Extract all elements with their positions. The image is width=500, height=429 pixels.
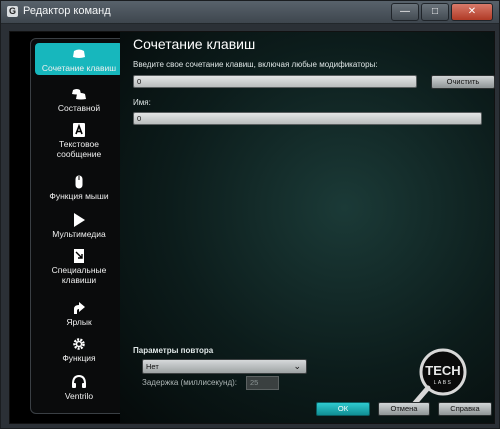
repeat-options-label: Параметры повтора <box>133 346 214 355</box>
logo-text-top: TECH <box>425 363 460 378</box>
command-type-sidebar: Сочетание клавиш Составной Текстовое соо… <box>30 38 128 414</box>
sidebar-item-multikey[interactable]: Составной <box>35 87 123 113</box>
sidebar-item-multimedia[interactable]: Мультимедиа <box>35 213 123 239</box>
app-icon: G <box>7 6 18 17</box>
sidebar-item-text-message[interactable]: Текстовое сообщение <box>35 123 123 159</box>
shortcut-label: Введите свое сочетание клавиш, включая л… <box>133 60 378 69</box>
minimize-button[interactable]: — <box>391 3 419 21</box>
close-button[interactable]: ✕ <box>451 3 493 21</box>
logo-text-bottom: LABS <box>434 380 453 386</box>
sidebar-item-label: Текстовое сообщение <box>56 139 102 159</box>
ok-button[interactable]: ОК <box>316 402 370 416</box>
shortcut-arrow-icon <box>74 302 85 314</box>
command-settings-panel: Сочетание клавиш Введите свое сочетание … <box>120 32 495 423</box>
headset-icon <box>72 375 86 388</box>
sidebar-item-function[interactable]: Функция <box>35 337 123 363</box>
keyboard-key-icon <box>73 49 85 58</box>
sidebar-item-special-keys[interactable]: Специальные клавиши <box>35 249 123 285</box>
multi-key-icon <box>72 89 86 100</box>
name-input[interactable]: 0 <box>133 112 482 125</box>
client-area: Сочетание клавиш Составной Текстовое соо… <box>9 31 495 424</box>
command-editor-window: G Редактор команд — □ ✕ Сочетание клавиш… <box>0 0 500 429</box>
chevron-down-icon: ⌄ <box>293 361 301 371</box>
sidebar-item-ventrilo[interactable]: Ventrilo <box>35 375 123 401</box>
repeat-select-value: Нет <box>146 362 159 371</box>
sidebar-item-shortcut[interactable]: Ярлык <box>35 301 123 327</box>
sidebar-item-label: Составной <box>57 103 101 113</box>
cancel-button[interactable]: Отмена <box>378 402 430 416</box>
sidebar-item-keystroke[interactable]: Сочетание клавиш <box>35 43 123 75</box>
help-button[interactable]: Справка <box>438 402 492 416</box>
name-label: Имя: <box>133 98 151 107</box>
sidebar-item-label: Специальные клавиши <box>51 265 107 285</box>
title-bar[interactable]: G Редактор команд — □ ✕ <box>1 1 499 24</box>
page-title: Сочетание клавиш <box>133 36 256 52</box>
text-a-icon <box>73 123 85 137</box>
clear-button[interactable]: Очистить <box>431 75 495 89</box>
special-key-icon <box>74 249 84 263</box>
sidebar-item-label: Ярлык <box>66 317 92 327</box>
mouse-icon <box>75 175 83 189</box>
sidebar-item-label: Мультимедиа <box>52 229 106 239</box>
play-icon <box>74 213 85 227</box>
shortcut-input[interactable]: 0 <box>133 75 417 88</box>
window-title: Редактор команд <box>23 5 111 17</box>
sidebar-item-label: Сочетание клавиш <box>41 63 117 73</box>
sidebar-item-mouse-function[interactable]: Функция мыши <box>35 175 123 201</box>
gear-icon <box>73 338 85 350</box>
sidebar-item-label: Функция мыши <box>49 191 109 201</box>
delay-label: Задержка (миллисекунд): <box>142 378 237 387</box>
repeat-select[interactable]: Нет ⌄ <box>142 359 307 374</box>
sidebar-item-label: Ventrilo <box>64 391 94 401</box>
delay-input[interactable]: 25 <box>246 376 279 390</box>
sidebar-item-label: Функция <box>62 353 96 363</box>
maximize-button[interactable]: □ <box>421 3 449 21</box>
